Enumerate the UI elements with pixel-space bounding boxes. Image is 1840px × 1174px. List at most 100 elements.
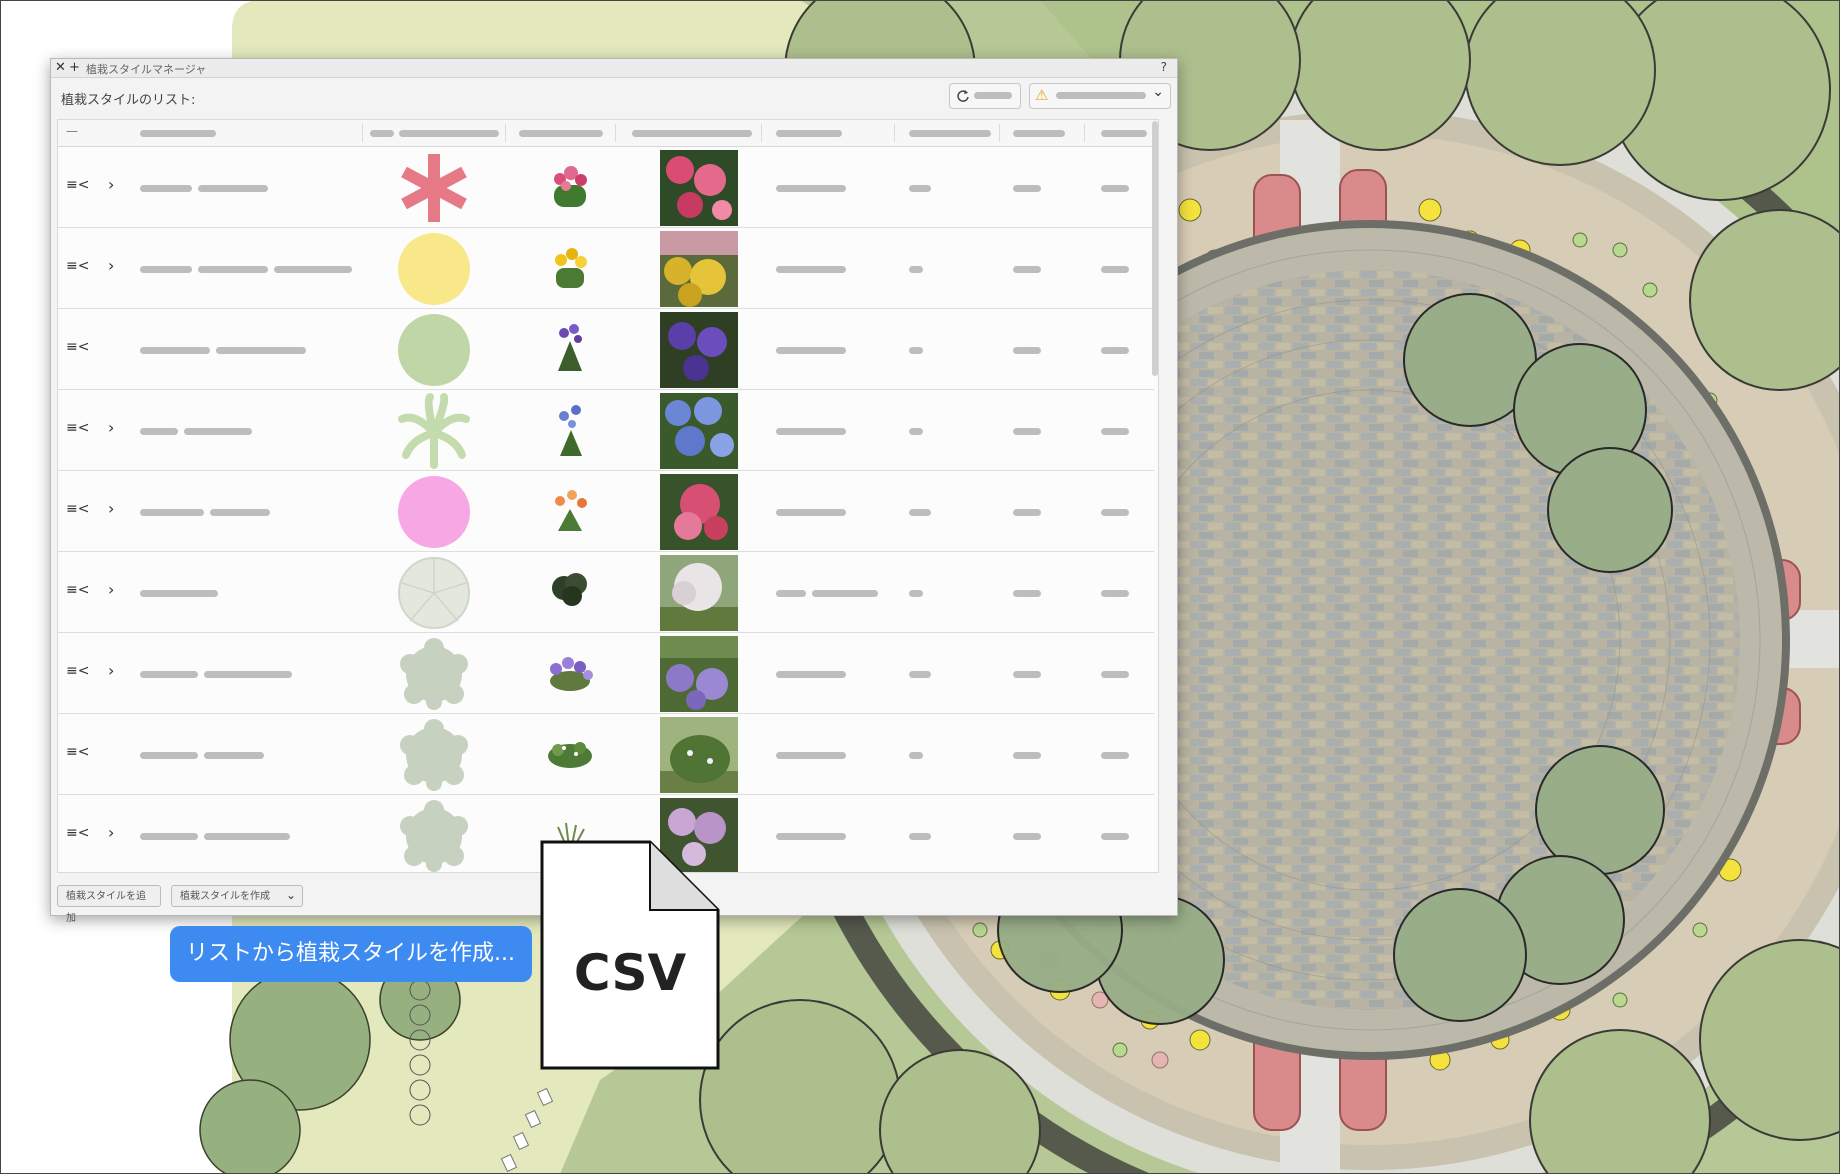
header-photo[interactable] bbox=[632, 130, 752, 137]
expand-chevron-icon[interactable]: › bbox=[108, 256, 114, 275]
table-row[interactable]: ≡< › bbox=[58, 552, 1154, 633]
spacing-placeholder bbox=[1013, 833, 1041, 840]
header-thumbnail[interactable] bbox=[519, 130, 603, 137]
style-name-placeholder bbox=[140, 185, 192, 192]
header-size[interactable] bbox=[909, 130, 991, 137]
cloud-symbol-icon bbox=[400, 719, 468, 791]
header-select-column[interactable]: — bbox=[66, 124, 78, 138]
style-name-placeholder bbox=[204, 671, 292, 678]
row-menu-icon[interactable]: ≡< bbox=[66, 501, 89, 517]
size-placeholder bbox=[909, 185, 931, 192]
pink-flowers-thumbnail-icon bbox=[554, 166, 587, 207]
latin-name-placeholder bbox=[776, 266, 846, 273]
lavender-field-photo-icon bbox=[660, 636, 738, 712]
size-placeholder bbox=[909, 671, 931, 678]
table-row[interactable]: ≡< › bbox=[58, 390, 1154, 471]
spacing-placeholder bbox=[1013, 347, 1041, 354]
expand-chevron-icon[interactable]: › bbox=[108, 823, 114, 842]
latin-name-placeholder bbox=[776, 509, 846, 516]
refresh-icon bbox=[957, 90, 969, 102]
pink-hydrangea-photo-icon bbox=[660, 474, 738, 550]
spacing-placeholder bbox=[1013, 509, 1041, 516]
latin-name-placeholder bbox=[812, 590, 878, 597]
row-menu-icon[interactable]: ≡< bbox=[66, 177, 89, 193]
style-name-placeholder bbox=[184, 428, 252, 435]
table-row[interactable]: ≡< › bbox=[58, 633, 1154, 714]
header-spacing[interactable] bbox=[1013, 130, 1065, 137]
column-divider bbox=[894, 124, 895, 142]
header-symbol-b[interactable] bbox=[399, 130, 499, 137]
table-row[interactable]: ≡< › bbox=[58, 147, 1154, 228]
size-placeholder bbox=[909, 347, 923, 354]
expand-chevron-icon[interactable]: › bbox=[108, 175, 114, 194]
style-name-placeholder bbox=[140, 590, 218, 597]
header-symbol-a[interactable] bbox=[370, 130, 394, 137]
column-divider bbox=[505, 124, 506, 142]
style-name-placeholder bbox=[274, 266, 352, 273]
expand-chevron-icon[interactable]: › bbox=[108, 661, 114, 680]
circle-symbol-icon bbox=[398, 233, 470, 305]
help-icon[interactable]: ? bbox=[1161, 60, 1167, 74]
planting-style-manager-window: ✕ + 植栽スタイルマネージャ ? 植栽スタイルのリスト: ⚠ ⌄ — ≡< ›… bbox=[50, 58, 1178, 924]
header-latin-name[interactable] bbox=[776, 130, 842, 137]
expand-chevron-icon[interactable]: › bbox=[108, 418, 114, 437]
row-menu-icon[interactable]: ≡< bbox=[66, 420, 89, 436]
white-blossom-shrub-photo-icon bbox=[660, 555, 738, 631]
expand-chevron-icon[interactable]: › bbox=[108, 580, 114, 599]
spacing-placeholder bbox=[1013, 266, 1041, 273]
header-quantity[interactable] bbox=[1101, 130, 1147, 137]
size-placeholder bbox=[909, 833, 931, 840]
add-planting-style-button[interactable]: 植栽スタイルを追加 bbox=[57, 885, 161, 924]
row-menu-icon[interactable]: ≡< bbox=[66, 825, 89, 841]
close-icon[interactable]: ✕ bbox=[55, 60, 66, 76]
cloud-symbol-icon bbox=[400, 800, 468, 872]
list-label: 植栽スタイルのリスト: bbox=[61, 93, 196, 108]
chevron-down-icon: ⌄ bbox=[285, 888, 296, 902]
row-menu-icon[interactable]: ≡< bbox=[66, 582, 89, 598]
table-row[interactable]: ≡< bbox=[58, 714, 1154, 795]
spacing-placeholder bbox=[1013, 671, 1041, 678]
latin-name-placeholder bbox=[776, 428, 846, 435]
row-menu-icon[interactable]: ≡< bbox=[66, 663, 89, 679]
vertical-scrollbar[interactable] bbox=[1152, 121, 1158, 376]
style-name-placeholder bbox=[140, 266, 192, 273]
yellow-yarrow-photo-icon bbox=[660, 231, 738, 307]
expand-chevron-icon[interactable]: › bbox=[108, 499, 114, 518]
style-name-placeholder bbox=[140, 509, 204, 516]
size-placeholder bbox=[909, 752, 923, 759]
quantity-placeholder bbox=[1101, 752, 1129, 759]
style-name-placeholder bbox=[140, 347, 210, 354]
table-row[interactable]: ≡< bbox=[58, 309, 1154, 390]
yellow-flowers-thumbnail-icon bbox=[555, 248, 587, 288]
spacing-placeholder bbox=[1013, 428, 1041, 435]
style-name-placeholder bbox=[140, 752, 198, 759]
add-window-icon[interactable]: + bbox=[69, 60, 80, 76]
create-planting-style-dropdown[interactable]: 植栽スタイルを作成 ⌄ bbox=[171, 885, 303, 907]
create-from-list-callout[interactable]: リストから植栽スタイルを作成... bbox=[170, 926, 532, 982]
table-row[interactable]: ≡< › bbox=[58, 471, 1154, 552]
blue-allium-photo-icon bbox=[660, 393, 738, 469]
table-row[interactable]: ≡< › bbox=[58, 228, 1154, 309]
row-menu-icon[interactable]: ≡< bbox=[66, 744, 89, 760]
size-placeholder bbox=[909, 266, 923, 273]
refresh-button[interactable] bbox=[949, 83, 1021, 109]
warning-dropdown[interactable]: ⚠ ⌄ bbox=[1029, 83, 1171, 109]
column-divider bbox=[761, 124, 762, 142]
size-placeholder bbox=[909, 509, 931, 516]
refresh-label-placeholder bbox=[974, 92, 1012, 99]
tree-outline-symbol-icon bbox=[398, 557, 470, 629]
spacing-placeholder bbox=[1013, 752, 1041, 759]
green-shrub-photo-icon bbox=[660, 717, 738, 793]
quantity-placeholder bbox=[1101, 347, 1129, 354]
latin-name-placeholder bbox=[776, 590, 806, 597]
column-divider bbox=[999, 124, 1000, 142]
header-name[interactable] bbox=[140, 130, 216, 137]
style-name-placeholder bbox=[140, 833, 198, 840]
row-menu-icon[interactable]: ≡< bbox=[66, 339, 89, 355]
circle-symbol-icon bbox=[398, 314, 470, 386]
chevron-down-icon: ⌄ bbox=[1152, 84, 1164, 100]
row-menu-icon[interactable]: ≡< bbox=[66, 258, 89, 274]
column-divider bbox=[615, 124, 616, 142]
cloud-symbol-icon bbox=[400, 638, 468, 710]
quantity-placeholder bbox=[1101, 509, 1129, 516]
